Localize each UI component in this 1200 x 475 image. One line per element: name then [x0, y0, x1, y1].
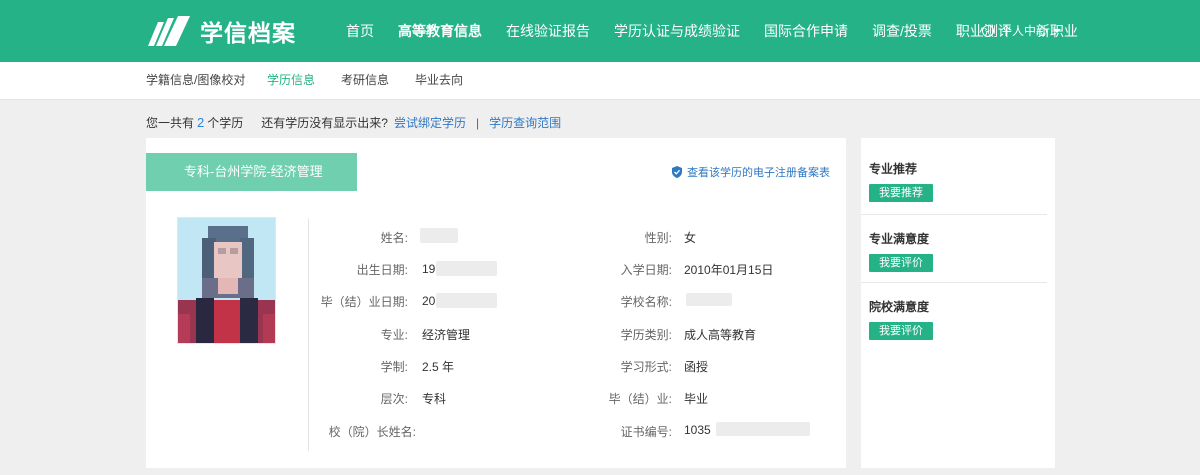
graduation-status-value: 毕业	[684, 392, 709, 406]
graduation-status-label: 毕（结）业:	[608, 392, 672, 406]
enroll-date-value: 2010年01月15日	[684, 263, 774, 277]
duration-label: 学制:	[380, 360, 408, 374]
graduation-date-label: 毕（结）业日期:	[320, 295, 408, 309]
major-recommend-title: 专业推荐	[869, 162, 918, 176]
name-redacted	[420, 228, 458, 243]
major-rate-button[interactable]: 我要评价	[869, 254, 933, 272]
sub-nav: 学籍信息/图像校对 学历信息 考研信息 毕业去向	[0, 62, 1200, 100]
education-type-value: 成人高等教育	[684, 328, 757, 342]
degree-ribbon-title: 专科-台州学院-经济管理	[146, 153, 357, 191]
vertical-divider	[308, 218, 309, 451]
nav-survey-vote[interactable]: 调查/投票	[860, 0, 944, 62]
book-logo-icon	[148, 16, 190, 46]
enroll-date-label: 入学日期:	[620, 263, 672, 277]
summary-suffix: 个学历	[207, 116, 244, 130]
top-navbar: 学信档案 首页 高等教育信息 在线验证报告 学历认证与成绩验证 国际合作申请 调…	[0, 0, 1200, 62]
gender-value: 女	[684, 231, 697, 245]
nav-online-verification[interactable]: 在线验证报告	[494, 0, 602, 62]
level-label: 层次:	[380, 392, 408, 406]
major-value: 经济管理	[422, 328, 471, 342]
degree-count: 2	[197, 115, 205, 130]
brand-name: 学信档案	[200, 20, 296, 46]
certificate-number-redacted	[716, 422, 810, 436]
subnav-degree-info[interactable]: 学历信息	[267, 62, 315, 100]
summary-separator: |	[475, 115, 480, 130]
president-name-label: 校（院）长姓名:	[328, 425, 416, 439]
certificate-number-value: 1035	[684, 423, 711, 437]
education-type-label: 学历类别:	[620, 328, 672, 342]
degree-summary: 您一共有 2 个学历 还有学历没有显示出来? 尝试绑定学历 | 学历查询范围	[146, 114, 561, 131]
degree-record-card: 专科-台州学院-经济管理 查看该学历的电子注册备案表 姓名: 出生日期: 19 …	[146, 138, 846, 468]
level-value: 专科	[422, 392, 447, 406]
subnav-enrollment-info[interactable]: 学籍信息/图像校对	[146, 62, 245, 100]
user-center-menu[interactable]: 个人中心	[982, 0, 1062, 62]
certificate-number-label: 证书编号:	[620, 425, 672, 439]
nav-home[interactable]: 首页	[334, 0, 386, 62]
user-icon	[982, 25, 994, 37]
query-scope-link[interactable]: 学历查询范围	[489, 114, 561, 131]
school-name-label: 学校名称:	[620, 295, 672, 309]
chevron-down-icon	[1053, 29, 1062, 33]
birth-date-value: 19	[422, 262, 436, 276]
name-label: 姓名:	[380, 231, 408, 245]
side-panel: 专业推荐 我要推荐 专业满意度 我要评价 院校满意度 我要评价	[861, 138, 1055, 468]
brand-logo[interactable]: 学信档案	[146, 14, 296, 48]
student-photo	[178, 218, 275, 343]
user-center-label: 个人中心	[1000, 24, 1049, 38]
subnav-graduation-destination[interactable]: 毕业去向	[415, 62, 463, 100]
birth-date-redacted	[436, 261, 497, 276]
shield-check-icon	[672, 166, 682, 178]
gender-label: 性别:	[644, 231, 672, 245]
nav-degree-certification[interactable]: 学历认证与成绩验证	[602, 0, 752, 62]
side-divider	[861, 282, 1047, 283]
bind-degree-link[interactable]: 尝试绑定学历	[394, 114, 466, 131]
study-form-value: 函授	[684, 360, 709, 374]
e-registration-record-label: 查看该学历的电子注册备案表	[687, 167, 830, 179]
summary-question: 还有学历没有显示出来?	[261, 116, 388, 130]
graduation-date-value: 20	[422, 294, 436, 308]
school-rate-button[interactable]: 我要评价	[869, 322, 933, 340]
nav-higher-education[interactable]: 高等教育信息	[386, 0, 494, 62]
summary-prefix: 您一共有	[146, 116, 195, 130]
duration-value: 2.5 年	[422, 360, 455, 374]
study-form-label: 学习形式:	[620, 360, 672, 374]
e-registration-record-link[interactable]: 查看该学历的电子注册备案表	[672, 164, 830, 180]
nav-international-cooperation[interactable]: 国际合作申请	[752, 0, 860, 62]
birth-date-label: 出生日期:	[356, 263, 408, 277]
pixelated-portrait	[178, 218, 275, 343]
side-divider	[861, 214, 1047, 215]
school-name-redacted	[686, 293, 732, 306]
major-label: 专业:	[380, 328, 408, 342]
main-nav: 首页 高等教育信息 在线验证报告 学历认证与成绩验证 国际合作申请 调查/投票 …	[334, 0, 1090, 62]
recommend-button[interactable]: 我要推荐	[869, 184, 933, 202]
graduation-date-redacted	[436, 293, 497, 308]
major-satisfaction-title: 专业满意度	[869, 232, 930, 246]
school-satisfaction-title: 院校满意度	[869, 300, 930, 314]
subnav-postgrad-info[interactable]: 考研信息	[341, 62, 389, 100]
